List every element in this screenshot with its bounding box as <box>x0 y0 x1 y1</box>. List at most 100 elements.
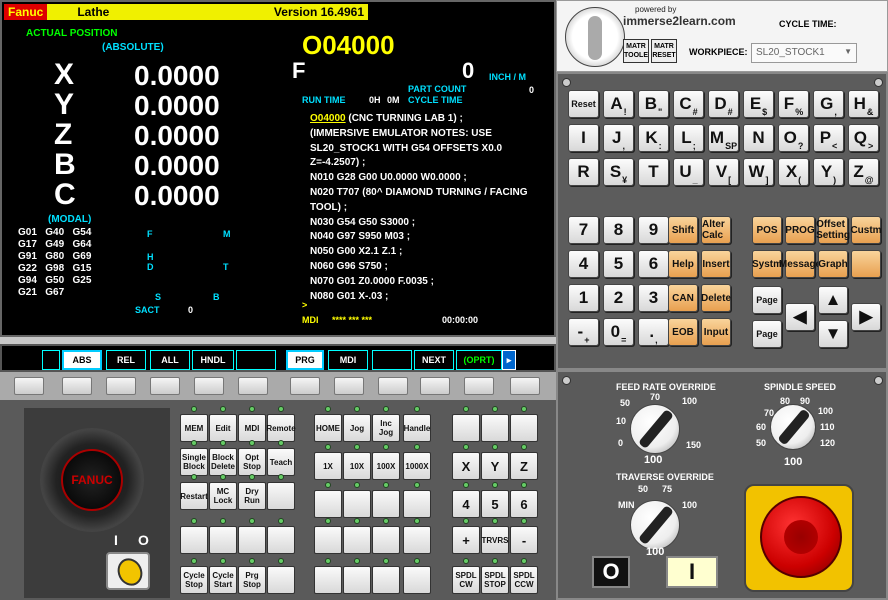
op-single-block[interactable]: Single Block <box>180 448 208 476</box>
softkey-button[interactable] <box>464 377 494 395</box>
op-blank[interactable] <box>314 566 342 594</box>
softkey-left-arrow[interactable] <box>42 350 60 370</box>
key-u[interactable]: U _ <box>673 158 704 186</box>
axis-z-button[interactable]: Z <box>510 452 538 480</box>
key-i[interactable]: I <box>568 124 599 152</box>
softkey-button[interactable] <box>510 377 540 395</box>
key-can[interactable]: CAN <box>668 284 698 312</box>
traverse-minus[interactable]: - <box>510 526 538 554</box>
axis-y-button[interactable]: Y <box>481 452 509 480</box>
softkey-mdi[interactable]: MDI <box>328 350 368 370</box>
op-blank[interactable] <box>314 490 342 518</box>
op-mem[interactable]: MEM <box>180 414 208 442</box>
op-mdi[interactable]: MDI <box>238 414 266 442</box>
jog-inc-jog[interactable]: Inc Jog <box>372 414 400 442</box>
key-num-2[interactable]: 2 <box>603 284 634 312</box>
traverse-plus[interactable]: + <box>452 526 480 554</box>
softkey-button[interactable] <box>194 377 224 395</box>
jog-6[interactable]: 6 <box>510 490 538 518</box>
key-num-0[interactable]: 0 = <box>603 318 634 346</box>
key-c[interactable]: C # <box>673 90 704 118</box>
op-opt-stop[interactable]: Opt Stop <box>238 448 266 476</box>
key-y[interactable]: Y) <box>813 158 844 186</box>
traverse-rapid[interactable]: TRVRS <box>481 526 509 554</box>
softkey-button[interactable] <box>378 377 408 395</box>
key-switch[interactable] <box>106 552 150 590</box>
key-input[interactable]: Input <box>701 318 731 346</box>
mult-10x[interactable]: 10X <box>343 452 371 480</box>
key-o[interactable]: O? <box>778 124 809 152</box>
op-blank[interactable] <box>343 566 371 594</box>
emergency-stop-button[interactable] <box>760 496 842 578</box>
op-blank[interactable] <box>372 526 400 554</box>
key-w[interactable]: W] <box>743 158 774 186</box>
key-eob[interactable]: EOB <box>668 318 698 346</box>
softkey-button[interactable] <box>290 377 320 395</box>
key-d[interactable]: D # <box>708 90 739 118</box>
op-blank[interactable] <box>403 566 431 594</box>
mult-1000x[interactable]: 1000X <box>403 452 431 480</box>
key-num-6[interactable]: 6 <box>638 250 669 278</box>
softkey-button[interactable] <box>150 377 180 395</box>
spindle-ccw[interactable]: SPDL CCW <box>510 566 538 594</box>
jog-handle[interactable]: Handle <box>403 414 431 442</box>
handwheel[interactable]: FANUC <box>40 428 144 532</box>
op-blank[interactable] <box>314 526 342 554</box>
softkey-oprt[interactable]: (OPRT) <box>456 350 502 370</box>
softkey-hndl[interactable]: HNDL <box>192 350 234 370</box>
key-z[interactable]: Z @ <box>848 158 879 186</box>
softkey-abs[interactable]: ABS <box>62 350 102 370</box>
op-blank[interactable] <box>403 526 431 554</box>
op-restart[interactable]: Restart <box>180 482 208 510</box>
key-l[interactable]: L; <box>673 124 704 152</box>
op-teach[interactable]: Teach <box>267 448 295 476</box>
softkey-next[interactable]: NEXT <box>414 350 454 370</box>
key-k[interactable]: K: <box>638 124 669 152</box>
key-h[interactable]: H & <box>848 90 879 118</box>
op-mc-lock[interactable]: MC Lock <box>209 482 237 510</box>
key-systm[interactable]: Systm <box>752 250 782 278</box>
softkey-button[interactable] <box>106 377 136 395</box>
key-num-3[interactable]: 3 <box>638 284 669 312</box>
key-m[interactable]: M SP <box>708 124 739 152</box>
op-blank[interactable] <box>343 490 371 518</box>
arrow-down-icon[interactable]: ▼ <box>818 320 848 348</box>
matr-reset-button[interactable]: MATR RESET <box>651 39 677 63</box>
key-a[interactable]: A! <box>603 90 634 118</box>
key-num-9[interactable]: 9 <box>638 216 669 244</box>
softkey-button[interactable] <box>420 377 450 395</box>
key-num-.[interactable]: ., <box>638 318 669 346</box>
key-j[interactable]: J, <box>603 124 634 152</box>
key-pos[interactable]: POS <box>752 216 782 244</box>
key-shift[interactable]: Shift <box>668 216 698 244</box>
op-blank[interactable] <box>372 490 400 518</box>
key-b[interactable]: B " <box>638 90 669 118</box>
feed-override-knob[interactable] <box>630 404 680 454</box>
key-graph[interactable]: Graph <box>818 250 848 278</box>
op-blank[interactable] <box>372 566 400 594</box>
op-edit[interactable]: Edit <box>209 414 237 442</box>
power-on-button[interactable]: I <box>666 556 718 588</box>
key-reset[interactable]: Reset <box>568 90 599 118</box>
spindle-cw[interactable]: SPDL CW <box>452 566 480 594</box>
key-num-8[interactable]: 8 <box>603 216 634 244</box>
arrow-right-icon[interactable]: ▶ <box>851 303 881 331</box>
op-blank[interactable] <box>267 526 295 554</box>
jog-home[interactable]: HOME <box>314 414 342 442</box>
op-dry-run[interactable]: Dry Run <box>238 482 266 510</box>
page-up-button[interactable]: Page <box>752 286 782 314</box>
op-blank[interactable] <box>403 490 431 518</box>
jog-5[interactable]: 5 <box>481 490 509 518</box>
op-blank[interactable] <box>267 482 295 510</box>
op-block-delete[interactable]: Block Delete <box>209 448 237 476</box>
op-blank[interactable] <box>452 414 480 442</box>
key-offset-setting[interactable]: Offset Setting <box>816 216 850 244</box>
softkey-button[interactable] <box>62 377 92 395</box>
op-blank[interactable] <box>267 566 295 594</box>
op-cycle-start[interactable]: Cycle Start <box>209 566 237 594</box>
traverse-override-knob[interactable] <box>630 500 680 550</box>
arrow-up-icon[interactable]: ▲ <box>818 286 848 314</box>
key-e[interactable]: E $ <box>743 90 774 118</box>
workpiece-select[interactable]: SL20_STOCK1 ▼ <box>751 43 857 63</box>
key-r[interactable]: R <box>568 158 599 186</box>
